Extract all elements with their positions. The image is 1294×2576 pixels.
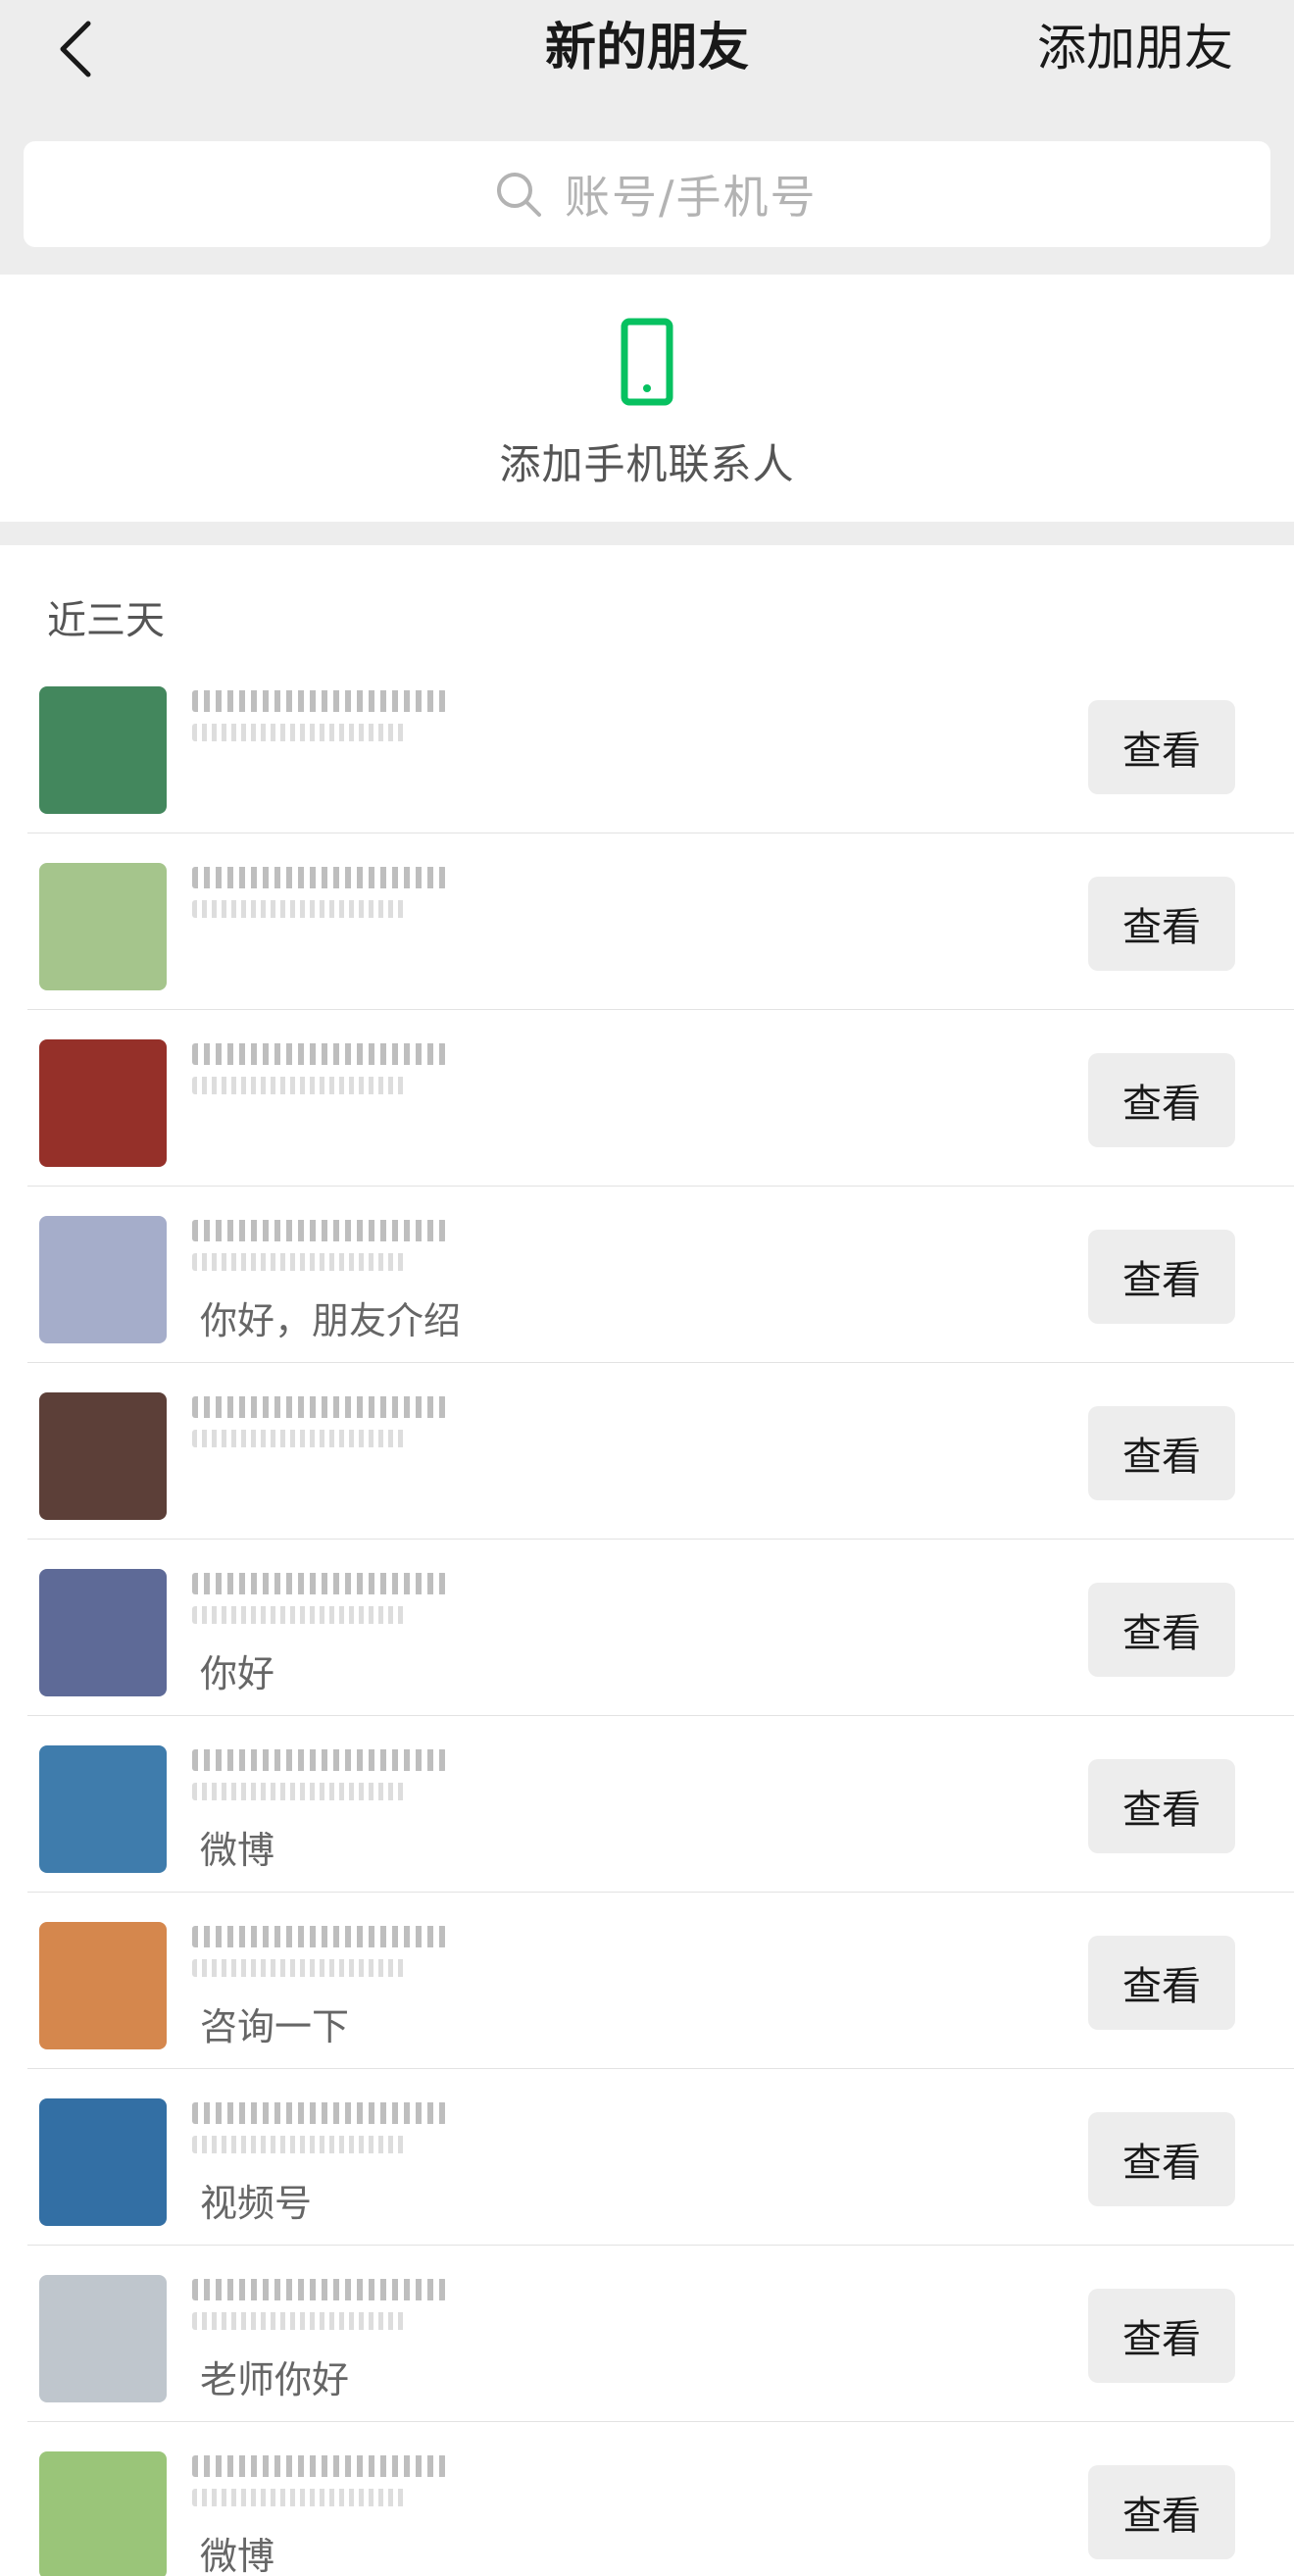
request-message: 你好 xyxy=(200,1652,275,1695)
request-message: 咨询一下 xyxy=(200,2005,350,2048)
view-button[interactable]: 查看 xyxy=(1088,1759,1235,1853)
friend-request-row[interactable]: 查看 xyxy=(0,657,1294,833)
request-message: 微博 xyxy=(200,2535,275,2576)
navigation-bar: 新的朋友 添加朋友 xyxy=(0,0,1294,137)
friend-request-row[interactable]: 你好 查看 xyxy=(0,1540,1294,1716)
contact-name-blurred xyxy=(192,2279,447,2300)
view-button[interactable]: 查看 xyxy=(1088,2112,1235,2206)
view-button[interactable]: 查看 xyxy=(1088,1583,1235,1677)
avatar xyxy=(39,1922,167,2049)
contact-subtitle-blurred xyxy=(192,1430,408,1447)
contact-name-blurred xyxy=(192,1220,447,1241)
contact-subtitle-blurred xyxy=(192,1959,408,1977)
search-icon xyxy=(497,173,541,217)
contact-subtitle-blurred xyxy=(192,2489,408,2506)
friend-request-row[interactable]: 你好，朋友介绍 查看 xyxy=(0,1187,1294,1363)
contact-subtitle-blurred xyxy=(192,724,408,741)
contact-name-blurred xyxy=(192,1043,447,1065)
contact-subtitle-blurred xyxy=(192,1253,408,1271)
avatar xyxy=(39,863,167,990)
friend-request-row[interactable]: 查看 xyxy=(0,1363,1294,1540)
add-phone-contacts-button[interactable]: 添加手机联系人 xyxy=(0,275,1294,522)
request-message: 视频号 xyxy=(200,2182,313,2225)
friend-request-row[interactable]: 微博 查看 xyxy=(0,2422,1294,2576)
add-friend-button[interactable]: 添加朋友 xyxy=(1037,14,1233,82)
contact-name-blurred xyxy=(192,1749,447,1771)
contact-subtitle-blurred xyxy=(192,1077,408,1094)
avatar xyxy=(39,2451,167,2576)
phone-icon xyxy=(621,318,673,406)
avatar xyxy=(39,2098,167,2226)
contact-subtitle-blurred xyxy=(192,1783,408,1800)
contact-subtitle-blurred xyxy=(192,2312,408,2330)
friend-request-row[interactable]: 老师你好 查看 xyxy=(0,2246,1294,2422)
contact-subtitle-blurred xyxy=(192,2136,408,2153)
contact-subtitle-blurred xyxy=(192,900,408,918)
avatar xyxy=(39,1039,167,1167)
friend-request-row[interactable]: 微博 查看 xyxy=(0,1716,1294,1893)
contact-name-blurred xyxy=(192,2102,447,2124)
request-message: 你好，朋友介绍 xyxy=(200,1299,462,1342)
friend-request-row[interactable]: 查看 xyxy=(0,1010,1294,1187)
view-button[interactable]: 查看 xyxy=(1088,2465,1235,2559)
search-placeholder: 账号/手机号 xyxy=(565,171,818,224)
friend-request-list: 近三天 查看 查看 查看 你好，朋友介绍 查看 查看 你好 查看 微博 查看 咨询一下 查看 视频号 查看… xyxy=(0,545,1294,2576)
avatar xyxy=(39,1745,167,1873)
view-button[interactable]: 查看 xyxy=(1088,1936,1235,2030)
avatar xyxy=(39,686,167,814)
contact-name-blurred xyxy=(192,2455,447,2477)
view-button[interactable]: 查看 xyxy=(1088,1053,1235,1147)
contact-name-blurred xyxy=(192,690,447,712)
view-button[interactable]: 查看 xyxy=(1088,1406,1235,1500)
avatar xyxy=(39,1392,167,1520)
avatar xyxy=(39,1569,167,1696)
contact-name-blurred xyxy=(192,867,447,888)
view-button[interactable]: 查看 xyxy=(1088,877,1235,971)
view-button[interactable]: 查看 xyxy=(1088,2289,1235,2383)
view-button[interactable]: 查看 xyxy=(1088,1230,1235,1324)
request-message: 微博 xyxy=(200,1829,275,1872)
friend-request-row[interactable]: 查看 xyxy=(0,833,1294,1010)
friend-request-row[interactable]: 视频号 查看 xyxy=(0,2069,1294,2246)
friend-request-row[interactable]: 咨询一下 查看 xyxy=(0,1893,1294,2069)
contact-subtitle-blurred xyxy=(192,1606,408,1624)
contact-name-blurred xyxy=(192,1926,447,1947)
contact-name-blurred xyxy=(192,1573,447,1594)
contact-name-blurred xyxy=(192,1396,447,1418)
add-phone-contacts-label: 添加手机联系人 xyxy=(499,440,795,488)
request-message: 老师你好 xyxy=(200,2358,350,2401)
avatar xyxy=(39,1216,167,1343)
avatar xyxy=(39,2275,167,2402)
section-title: 近三天 xyxy=(47,598,165,643)
view-button[interactable]: 查看 xyxy=(1088,700,1235,794)
search-input[interactable]: 账号/手机号 xyxy=(24,141,1270,247)
